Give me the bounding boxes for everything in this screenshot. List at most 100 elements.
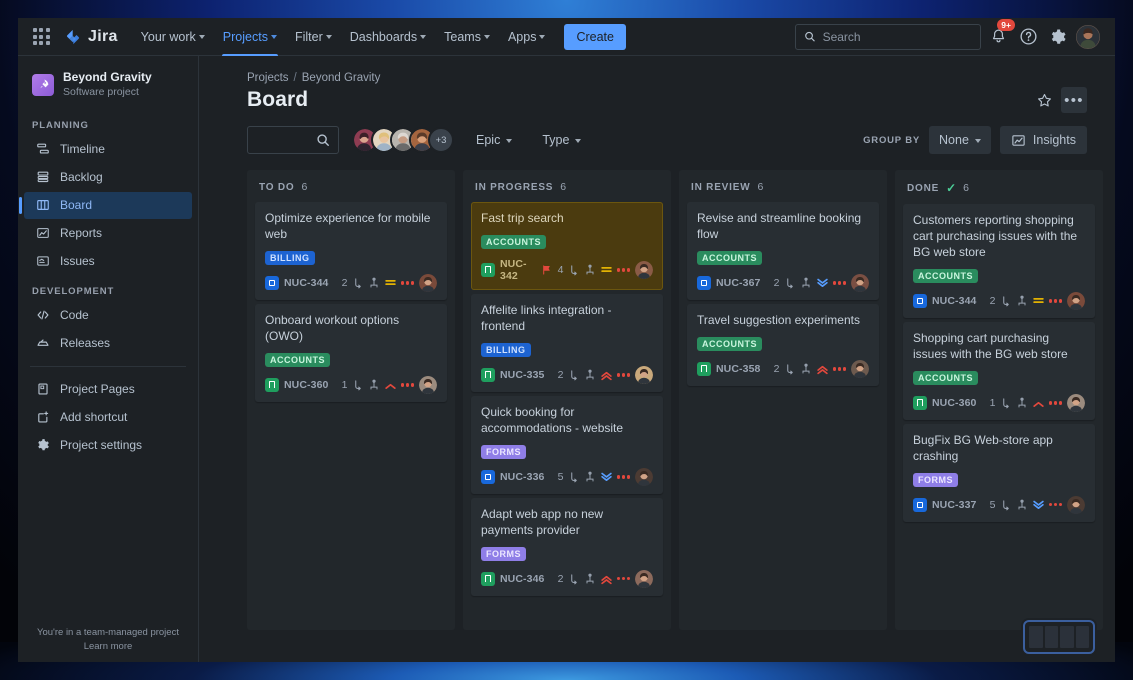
nav-dashboards[interactable]: Dashboards: [341, 18, 435, 56]
nav-projects[interactable]: Projects: [214, 18, 286, 56]
card-more-icon[interactable]: [1048, 401, 1062, 405]
epic-tag[interactable]: FORMS: [913, 472, 958, 487]
issue-card[interactable]: Shopping cart purchasing issues with the…: [903, 321, 1095, 420]
board-column: DONE ✓ 6 Customers reporting shopping cart …: [895, 170, 1103, 630]
jira-logo-home-link[interactable]: Jira: [64, 28, 118, 46]
issue-card[interactable]: Affelite links integration - frontend BIL…: [471, 293, 663, 392]
sidebar-item-label: Board: [60, 198, 93, 213]
issue-card[interactable]: Quick booking for accommodations - websi…: [471, 395, 663, 494]
epic-tag[interactable]: ACCOUNTS: [913, 268, 978, 283]
user-avatar-button[interactable]: [1075, 24, 1101, 50]
sidebar-item-code[interactable]: Code: [24, 302, 192, 329]
card-more-icon[interactable]: [1048, 502, 1062, 507]
more-actions-button[interactable]: •••: [1061, 87, 1087, 113]
epic-tag[interactable]: BILLING: [481, 342, 531, 357]
nav-apps[interactable]: Apps: [499, 18, 555, 56]
issue-card[interactable]: Adapt web app no new payments provider FO…: [471, 497, 663, 596]
sidebar-footer: You're in a team-managed project Learn m…: [18, 627, 198, 652]
epic-tag[interactable]: FORMS: [481, 546, 526, 561]
assignee-avatar[interactable]: [635, 260, 653, 279]
issue-card[interactable]: Revise and streamline booking flow ACCOUN…: [687, 202, 879, 300]
issue-card[interactable]: BugFix BG Web-store app crashing FORMS NUC…: [903, 423, 1095, 522]
sidebar-item-releases[interactable]: Releases: [24, 330, 192, 357]
issue-key[interactable]: NUC-335: [500, 369, 544, 381]
insights-button[interactable]: Insights: [999, 126, 1087, 154]
issue-card[interactable]: Fast trip search ACCOUNTS NUC-342 4: [471, 202, 663, 290]
create-button[interactable]: Create: [564, 23, 626, 50]
issue-key[interactable]: NUC-344: [284, 277, 328, 289]
assignee-avatar[interactable]: [1067, 495, 1085, 514]
help-button[interactable]: [1015, 24, 1041, 50]
issue-card[interactable]: Travel suggestion experiments ACCOUNTS NUC…: [687, 303, 879, 386]
breadcrumb-projects[interactable]: Projects: [247, 72, 289, 84]
sidebar-item-reports[interactable]: Reports: [24, 220, 192, 247]
issue-card[interactable]: Customers reporting shopping cart purcha…: [903, 204, 1095, 318]
card-more-icon[interactable]: [832, 367, 846, 371]
assignee-avatar[interactable]: [419, 273, 437, 292]
sidebar-item-project-settings[interactable]: Project settings: [24, 432, 192, 459]
issue-key[interactable]: NUC-336: [500, 471, 544, 483]
global-search-input[interactable]: [822, 29, 972, 44]
breadcrumb-project[interactable]: Beyond Gravity: [302, 72, 381, 84]
assignee-avatar[interactable]: [635, 467, 653, 486]
card-more-icon[interactable]: [616, 373, 630, 377]
epic-tag[interactable]: ACCOUNTS: [697, 336, 762, 351]
sidebar-item-board[interactable]: Board: [19, 191, 192, 219]
board-search-box[interactable]: [247, 126, 339, 154]
issue-key[interactable]: NUC-337: [932, 499, 976, 511]
card-more-icon[interactable]: [400, 281, 414, 285]
group-by-dropdown[interactable]: None: [929, 126, 991, 154]
filter-epic-dropdown[interactable]: Epic: [466, 126, 522, 154]
assignee-avatar[interactable]: [851, 359, 869, 378]
project-header[interactable]: Beyond Gravity Software project: [18, 56, 198, 110]
issue-type-story-icon: [697, 361, 711, 376]
board-minimap[interactable]: [1025, 622, 1093, 652]
epic-tag[interactable]: ACCOUNTS: [481, 234, 546, 249]
sidebar-item-backlog[interactable]: Backlog: [24, 164, 192, 191]
avatar-overflow-count[interactable]: +3: [428, 127, 454, 153]
global-search-box[interactable]: [795, 23, 981, 50]
assignee-avatar[interactable]: [851, 273, 869, 292]
nav-teams[interactable]: Teams: [435, 18, 499, 56]
filter-type-dropdown[interactable]: Type: [532, 126, 591, 154]
card-more-icon[interactable]: [400, 383, 414, 387]
card-more-icon[interactable]: [832, 281, 846, 285]
nav-your-work[interactable]: Your work: [132, 18, 214, 56]
issue-card[interactable]: Optimize experience for mobile web BILLIN…: [255, 202, 447, 300]
card-more-icon[interactable]: [616, 475, 630, 479]
assignee-avatar[interactable]: [1067, 291, 1085, 310]
nav-filter[interactable]: Filter: [286, 18, 341, 56]
issue-key[interactable]: NUC-360: [284, 379, 328, 391]
assignee-avatar[interactable]: [1067, 393, 1085, 412]
sidebar-item-timeline[interactable]: Timeline: [24, 136, 192, 163]
settings-button[interactable]: [1045, 24, 1071, 50]
epic-tag[interactable]: FORMS: [481, 444, 526, 459]
epic-tag[interactable]: ACCOUNTS: [913, 370, 978, 385]
card-more-icon[interactable]: [1048, 299, 1062, 303]
notifications-button[interactable]: 9+: [985, 18, 1015, 50]
assignee-avatar[interactable]: [635, 365, 653, 384]
assignee-avatar[interactable]: [635, 569, 653, 588]
apps-grid-icon[interactable]: [28, 24, 54, 50]
learn-more-link[interactable]: Learn more: [18, 641, 198, 652]
epic-tag[interactable]: ACCOUNTS: [697, 250, 762, 265]
sidebar-item-add-shortcut[interactable]: Add shortcut: [24, 404, 192, 431]
issue-card[interactable]: Onboard workout options (OWO) ACCOUNTS NUC…: [255, 303, 447, 402]
card-more-icon[interactable]: [616, 576, 630, 581]
branch-icon: [570, 574, 577, 584]
epic-tag[interactable]: BILLING: [265, 250, 315, 265]
sidebar-item-project-pages[interactable]: Project Pages: [24, 376, 192, 403]
sidebar-item-label: Backlog: [60, 170, 103, 185]
issue-key[interactable]: NUC-358: [716, 363, 760, 375]
assignee-avatar[interactable]: [419, 375, 437, 394]
card-more-icon[interactable]: [616, 268, 630, 272]
issue-key[interactable]: NUC-344: [932, 295, 976, 307]
epic-tag[interactable]: ACCOUNTS: [265, 352, 330, 367]
sidebar-item-label: Issues: [60, 254, 95, 269]
issue-key[interactable]: NUC-367: [716, 277, 760, 289]
issue-key[interactable]: NUC-342: [500, 258, 536, 282]
star-button[interactable]: [1031, 87, 1057, 113]
issue-key[interactable]: NUC-346: [500, 573, 544, 585]
sidebar-item-issues[interactable]: Issues: [24, 248, 192, 275]
issue-key[interactable]: NUC-360: [932, 397, 976, 409]
